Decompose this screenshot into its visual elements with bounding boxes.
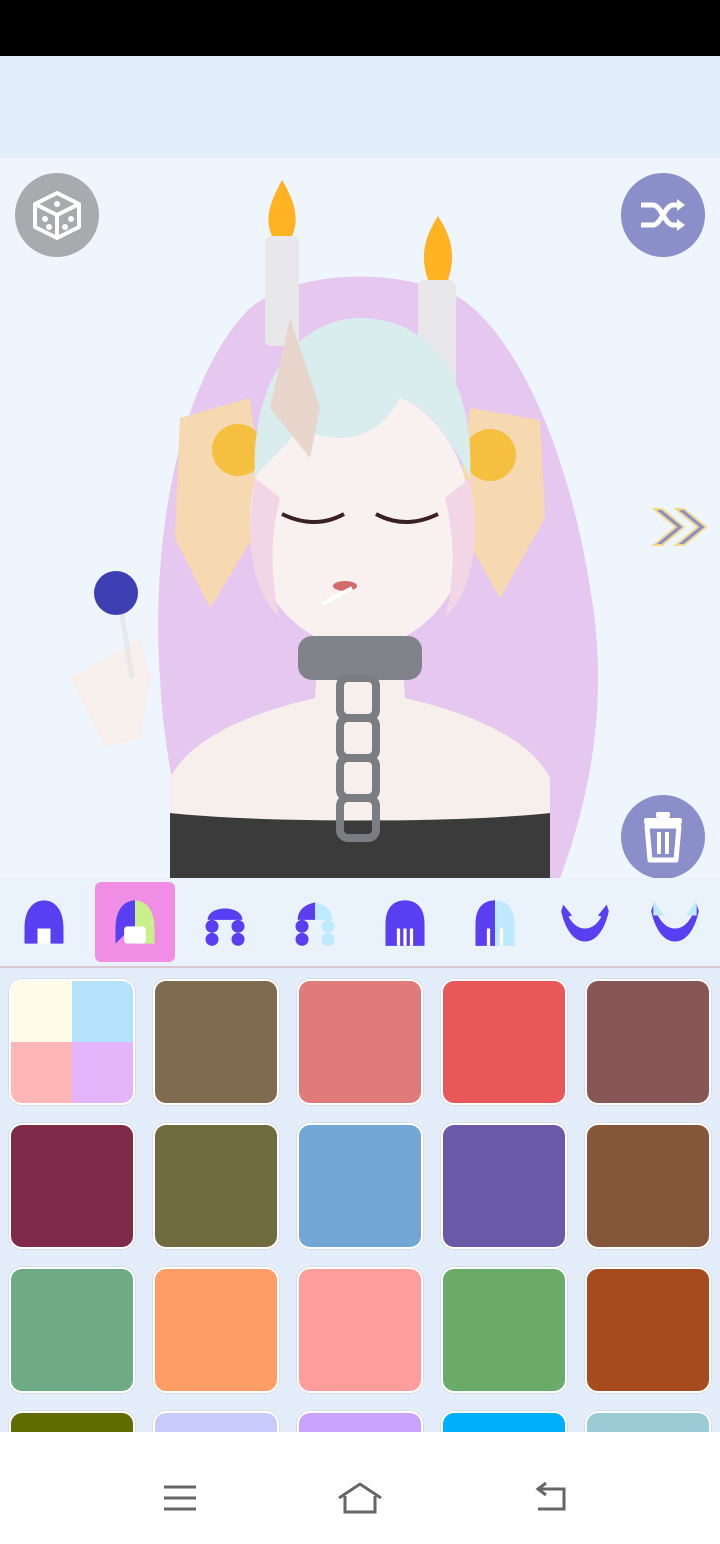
color-quadrant [72, 1042, 133, 1103]
color-swatch[interactable] [296, 1410, 424, 1432]
swatch-fill [299, 981, 421, 1103]
horns-icon [561, 904, 609, 942]
color-swatch[interactable] [440, 1122, 568, 1250]
swatch-fill [443, 1413, 565, 1432]
multi-color-fill [11, 981, 133, 1103]
double-chevron-right-icon [651, 508, 708, 546]
category-tab-1[interactable] [4, 882, 84, 962]
braids-color-icon [295, 902, 335, 946]
status-bar [0, 0, 720, 56]
swatch-fill [443, 1269, 565, 1391]
color-swatch[interactable] [584, 1122, 712, 1250]
color-quadrant [11, 1042, 72, 1103]
swatch-fill [11, 1413, 133, 1432]
category-tab-5[interactable] [365, 882, 445, 962]
swatch-fill [587, 1125, 709, 1247]
swatch-fill [155, 1125, 277, 1247]
color-swatch[interactable] [152, 1266, 280, 1394]
hair-front-icon [24, 900, 64, 944]
swatch-fill [587, 981, 709, 1103]
color-swatch[interactable] [152, 1122, 280, 1250]
category-tab-2[interactable] [95, 882, 175, 962]
category-tab-7[interactable] [545, 882, 625, 962]
category-tabs [0, 878, 720, 968]
swatch-fill [155, 1413, 277, 1432]
color-swatch[interactable] [152, 1410, 280, 1432]
color-swatch[interactable] [296, 1266, 424, 1394]
system-nav-bar [0, 1432, 720, 1544]
swatch-fill [155, 981, 277, 1103]
back-icon [535, 1481, 566, 1511]
trash-icon [644, 812, 682, 863]
avatar-illustration [70, 180, 599, 878]
color-swatch[interactable] [296, 1122, 424, 1250]
color-swatch[interactable] [8, 1410, 136, 1432]
menu-icon [164, 1485, 196, 1511]
color-swatch[interactable] [584, 978, 712, 1106]
color-swatch[interactable] [440, 1410, 568, 1432]
swatch-fill [299, 1269, 421, 1391]
color-swatch[interactable] [8, 1266, 136, 1394]
menu-button[interactable] [150, 1468, 210, 1528]
next-category-button[interactable] [648, 503, 712, 551]
swatch-fill [11, 1269, 133, 1391]
category-tab-8[interactable] [635, 882, 715, 962]
delete-button[interactable] [621, 795, 705, 878]
color-swatch[interactable] [440, 1266, 568, 1394]
swatch-fill [11, 1125, 133, 1247]
shuffle-icon [641, 199, 685, 231]
swatch-fill [299, 1125, 421, 1247]
home-icon [338, 1482, 382, 1514]
dice-icon [33, 191, 81, 240]
hair-long-icon [385, 900, 425, 946]
hair-long-color-icon [475, 900, 515, 946]
swatch-fill [299, 1413, 421, 1432]
back-button[interactable] [520, 1468, 580, 1528]
home-button[interactable] [330, 1468, 390, 1528]
hair-color-split-icon [115, 900, 155, 944]
swatch-fill [443, 1125, 565, 1247]
color-swatch[interactable] [440, 978, 568, 1106]
swatch-fill [587, 1269, 709, 1391]
color-swatch[interactable] [8, 978, 136, 1106]
braids-icon [205, 908, 245, 946]
shuffle-button[interactable] [621, 173, 705, 257]
color-swatch[interactable] [296, 978, 424, 1106]
avatar-canvas [0, 158, 720, 878]
color-quadrant [72, 981, 133, 1042]
category-tab-4[interactable] [275, 882, 355, 962]
color-swatch-grid [0, 968, 720, 1432]
swatch-fill [587, 1413, 709, 1432]
color-swatch[interactable] [8, 1122, 136, 1250]
color-swatch[interactable] [152, 978, 280, 1106]
swatch-fill [443, 981, 565, 1103]
category-tab-6[interactable] [455, 882, 535, 962]
color-swatch[interactable] [584, 1266, 712, 1394]
horns-color-icon [651, 900, 699, 942]
color-quadrant [11, 981, 72, 1042]
color-swatch[interactable] [584, 1410, 712, 1432]
random-dice-button[interactable] [15, 173, 99, 257]
top-strip [0, 56, 720, 158]
category-tab-3[interactable] [185, 882, 265, 962]
swatch-fill [155, 1269, 277, 1391]
